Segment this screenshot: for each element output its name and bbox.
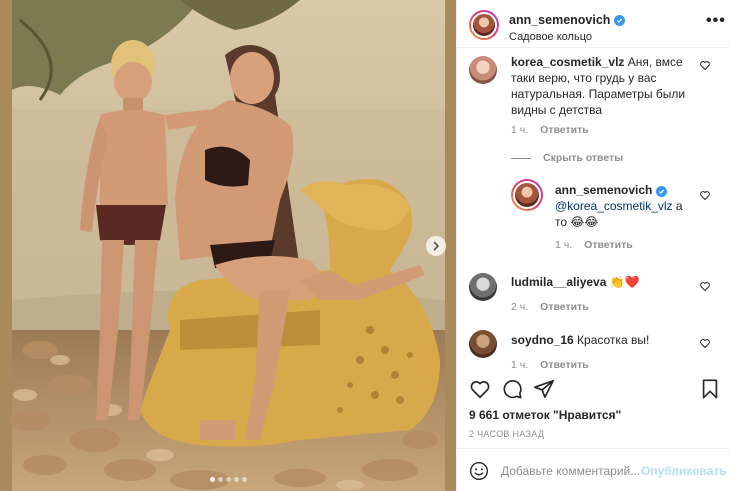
heart-icon[interactable] [699,189,711,201]
commenter-avatar[interactable] [469,273,497,301]
action-bar [457,372,730,406]
photo-image [0,0,456,491]
instagram-post: ann_semenovich Садовое кольцо ••• korea_… [0,0,730,491]
commenter-avatar[interactable] [469,330,497,358]
reply-button[interactable]: Ответить [540,124,589,136]
hide-replies-label: Скрыть ответы [543,152,624,164]
reply-body: ann_semenovich @korea_cosmetik_vlz а то … [555,182,695,230]
heart-icon[interactable] [699,280,711,292]
comment-body: ludmila__aliyeva 👏❤️ [511,274,691,290]
comment-text: Красотка вы! [577,333,650,347]
comment-username[interactable]: ludmila__aliyeva [511,275,606,289]
comment-time[interactable]: 1 ч. [511,359,528,371]
heart-icon[interactable] [699,337,711,349]
heart-icon[interactable] [469,378,491,400]
reply-meta: 1 ч. Ответить [555,239,633,251]
comment-time[interactable]: 2 ч. [511,301,528,313]
comment-username[interactable]: korea_cosmetik_vlz [511,55,624,69]
post-time[interactable]: 2 ЧАСОВ НАЗАД [469,429,544,439]
hide-replies-button[interactable]: Скрыть ответы [511,152,623,164]
commenter-avatar[interactable] [469,56,497,84]
author-username[interactable]: ann_semenovich [509,13,610,27]
post-header: ann_semenovich Садовое кольцо ••• [457,0,730,48]
comment-time[interactable]: 1 ч. [511,124,528,136]
more-icon[interactable]: ••• [706,13,726,29]
share-icon[interactable] [533,378,555,400]
reply-button[interactable]: Ответить [584,239,633,251]
comment-username[interactable]: soydno_16 [511,333,574,347]
slide-indicator [0,477,456,482]
comment-text: 👏❤️ [609,275,640,289]
bookmark-icon[interactable] [699,378,721,400]
comment-meta: 1 ч. Ответить [511,124,589,136]
reply-avatar[interactable] [511,179,543,211]
author-avatar[interactable] [469,10,499,40]
post-sidebar: ann_semenovich Садовое кольцо ••• korea_… [456,0,730,491]
comment-input[interactable] [501,461,641,481]
comment-meta: 1 ч. Ответить [511,359,589,371]
comment-icon[interactable] [501,378,523,400]
reply-button[interactable]: Ответить [540,301,589,313]
author-username-row[interactable]: ann_semenovich [509,13,626,27]
comment-body: korea_cosmetik_vlz Аня, вмсе таки верю, … [511,54,691,118]
reply-mention[interactable]: @korea_cosmetik_vlz [555,199,673,213]
comment-body: soydno_16 Красотка вы! [511,332,691,348]
verified-icon [655,186,667,197]
likes-count[interactable]: 9 661 отметок "Нравится" [469,408,621,422]
publish-button[interactable]: Опубликовать [641,464,727,478]
comments-list[interactable]: korea_cosmetik_vlz Аня, вмсе таки верю, … [457,48,730,372]
reply-button[interactable]: Ответить [540,359,589,371]
slide-dot [217,477,223,482]
verified-icon [614,14,626,26]
comment-meta: 2 ч. Ответить [511,301,589,313]
reply-username[interactable]: ann_semenovich [555,183,652,197]
post-location[interactable]: Садовое кольцо [509,31,592,43]
slide-dot [233,477,239,482]
slide-dot [209,477,215,482]
emoji-icon[interactable] [469,461,489,481]
slide-dot [225,477,231,482]
next-slide-button[interactable] [426,236,446,256]
chevron-right-icon [433,241,440,251]
heart-icon[interactable] [699,59,711,71]
comment-composer: Опубликовать [457,448,730,491]
post-photo[interactable] [0,0,456,491]
reply-time[interactable]: 1 ч. [555,239,572,251]
slide-dot [241,477,247,482]
